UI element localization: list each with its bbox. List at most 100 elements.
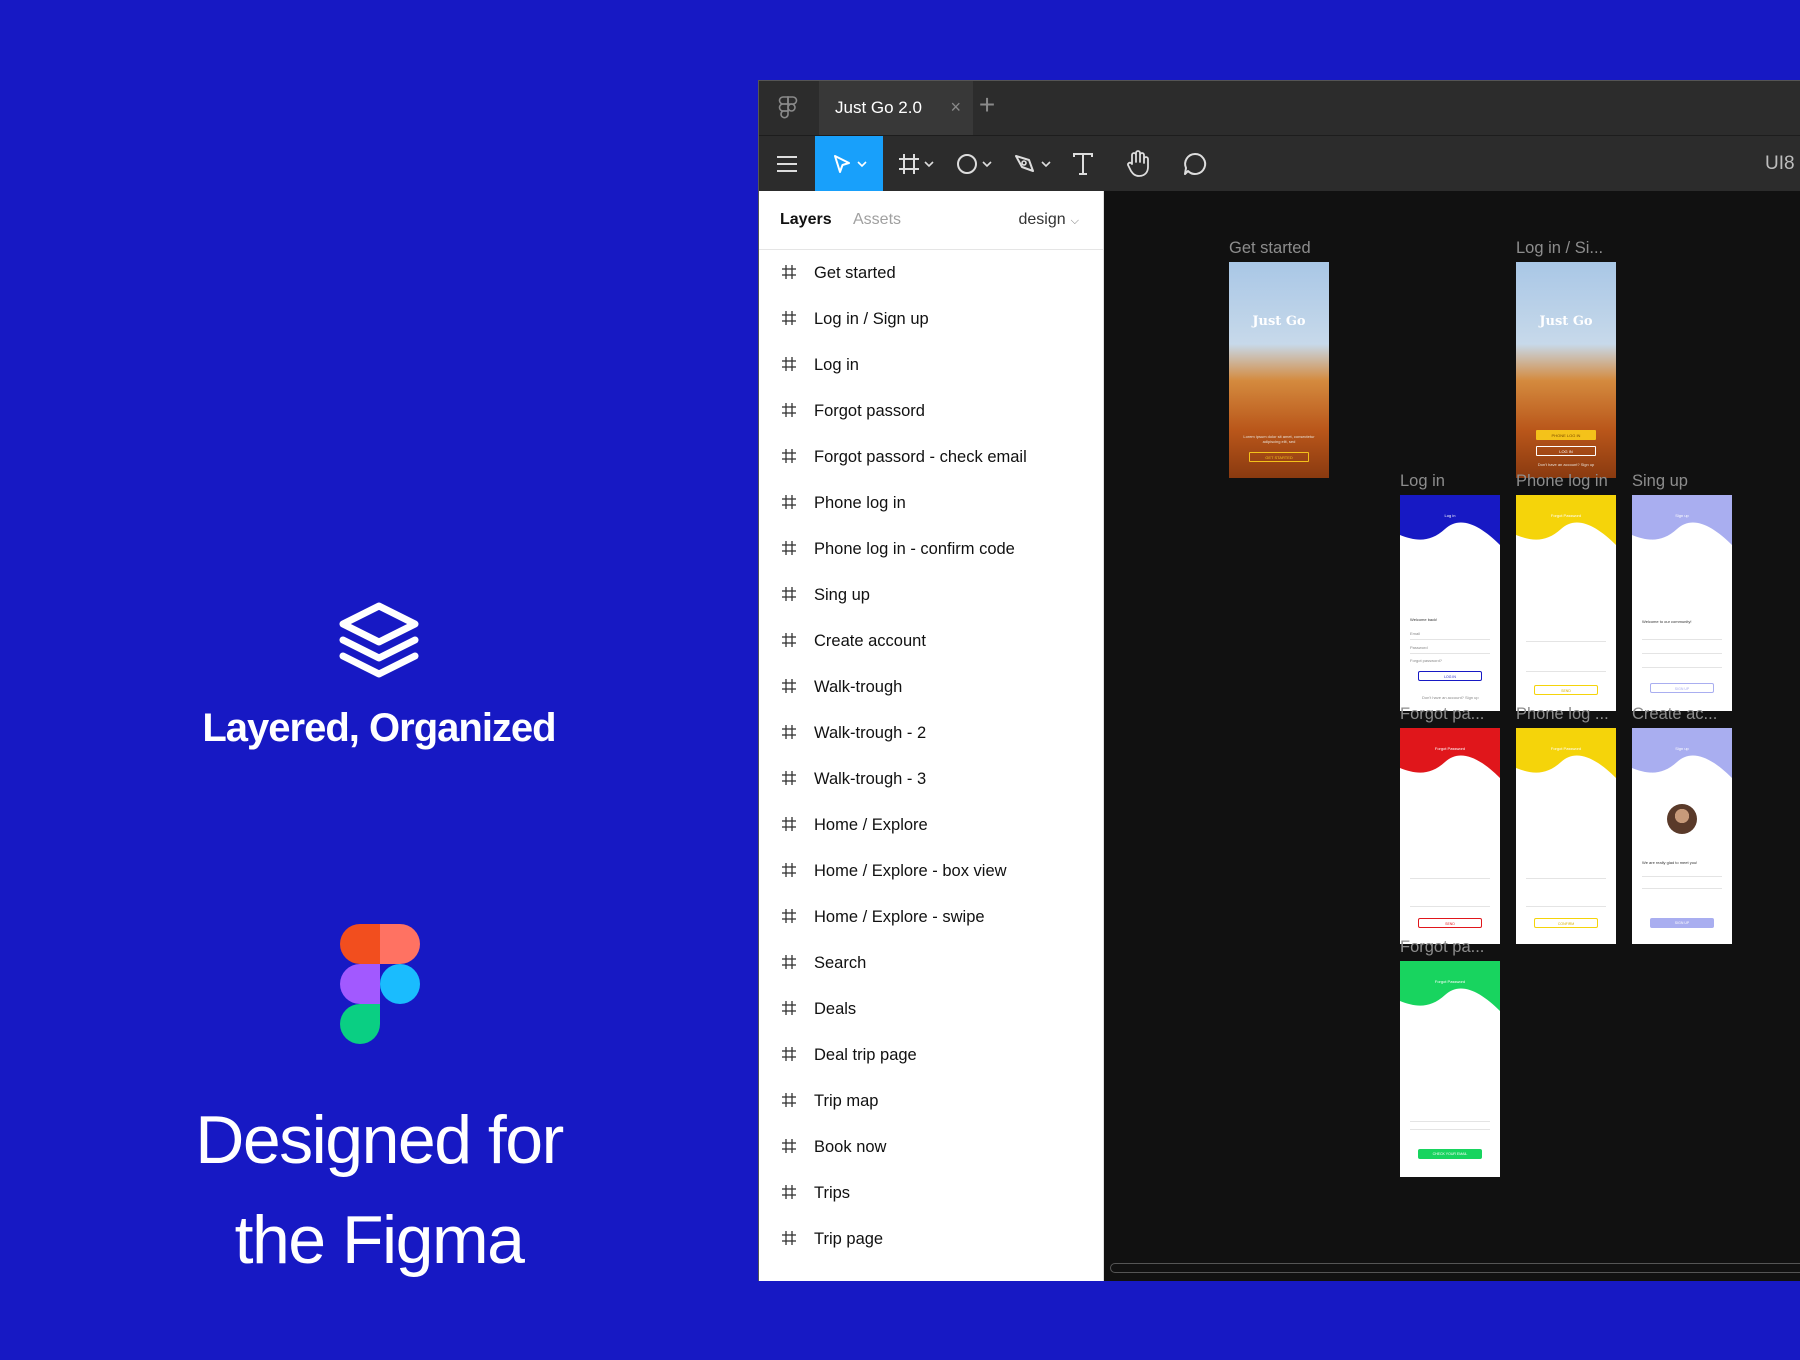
layer-item[interactable]: Book now <box>759 1124 1103 1170</box>
signup-link: Don't have an account? Sign up <box>1422 695 1479 700</box>
check-email-button: CHECK YOUR EMAIL <box>1418 1149 1482 1159</box>
frame-sign-up[interactable]: Sign up Welcome to our community! SIGN U… <box>1632 495 1732 711</box>
hand-tool-button[interactable] <box>1109 136 1167 192</box>
tab-assets[interactable]: Assets <box>853 211 901 229</box>
page-selector[interactable]: design ⌵ <box>1019 211 1080 229</box>
divider <box>1410 653 1490 654</box>
frame-icon <box>782 403 796 417</box>
frame-icon <box>899 154 919 174</box>
comment-tool-button[interactable] <box>1167 136 1223 192</box>
frame-login[interactable]: Log in Welcome back! Email Password Forg… <box>1400 495 1500 711</box>
frame-label-phone-login[interactable]: Phone log in <box>1516 472 1608 491</box>
frame-label-create-account[interactable]: Create ac... <box>1632 705 1732 724</box>
layer-item[interactable]: Trips <box>759 1170 1103 1216</box>
frame-label-phone-confirm[interactable]: Phone log ... <box>1516 705 1616 724</box>
divider <box>1526 671 1606 672</box>
brand-logo: Just Go <box>1252 314 1306 329</box>
layer-item[interactable]: Create account <box>759 618 1103 664</box>
email-field: Email <box>1410 631 1421 636</box>
headline-layered: Layered, Organized <box>202 706 556 750</box>
confirm-button: CONFIRM <box>1534 918 1598 928</box>
move-tool-button[interactable] <box>815 136 883 192</box>
frame-login-signup[interactable]: Just Go PHONE LOG IN LOG IN Don't have a… <box>1516 262 1616 478</box>
frame-label-forgot-password[interactable]: Forgot pa... <box>1400 705 1500 724</box>
chevron-down-icon <box>924 161 934 168</box>
layer-item[interactable]: Walk-trough <box>759 664 1103 710</box>
frame-create-account[interactable]: Sign up We are really glad to meet you! … <box>1632 728 1732 944</box>
file-tab[interactable]: Just Go 2.0 × <box>819 81 973 135</box>
layer-item[interactable]: Walk-trough - 2 <box>759 710 1103 756</box>
layer-item[interactable]: Forgot passord - check email <box>759 434 1103 480</box>
layer-item[interactable]: Phone log in <box>759 480 1103 526</box>
chevron-down-icon <box>1041 161 1051 168</box>
layer-name: Forgot passord - check email <box>814 448 1027 466</box>
frame-get-started[interactable]: Just Go Lorem ipsum dolor sit amet, cons… <box>1229 262 1329 478</box>
new-tab-button[interactable]: + <box>969 89 1005 121</box>
text-tool-button[interactable] <box>1059 136 1107 192</box>
file-tab-title: Just Go 2.0 <box>835 98 922 117</box>
welcome-text: We are really glad to meet you! <box>1642 860 1698 865</box>
layer-item[interactable]: Sing up <box>759 572 1103 618</box>
frame-tool-button[interactable] <box>889 136 943 192</box>
header-wave <box>1516 495 1616 545</box>
headline-figma-line2: the Figma <box>234 1202 525 1278</box>
frame-icon <box>782 633 796 647</box>
screen-title: Forgot Password <box>1434 746 1466 751</box>
frame-label-login[interactable]: Log in <box>1400 472 1445 491</box>
frame-icon <box>782 541 796 555</box>
frame-forgot-check-email[interactable]: Forgot Password CHECK YOUR EMAIL <box>1400 961 1500 1177</box>
frame-icon <box>782 1093 796 1107</box>
frame-forgot-password[interactable]: Forgot Password SEND <box>1400 728 1500 944</box>
layer-name: Sing up <box>814 586 870 604</box>
shape-tool-button[interactable] <box>947 136 1001 192</box>
layer-item[interactable]: Home / Explore <box>759 802 1103 848</box>
layer-item[interactable]: Deal trip page <box>759 1032 1103 1078</box>
layer-item[interactable]: Deals <box>759 986 1103 1032</box>
layer-item[interactable]: Home / Explore - box view <box>759 848 1103 894</box>
frame-icon <box>782 771 796 785</box>
frame-label-get-started[interactable]: Get started <box>1229 239 1311 258</box>
panel-header: Layers Assets design ⌵ <box>759 191 1103 250</box>
divider <box>1410 1129 1490 1130</box>
layer-item[interactable]: Forgot passord <box>759 388 1103 434</box>
pen-tool-button[interactable] <box>1005 136 1059 192</box>
main-menu-button[interactable] <box>759 136 815 192</box>
frame-label-sign-up[interactable]: Sing up <box>1632 472 1688 491</box>
frame-icon <box>782 357 796 371</box>
divider <box>1526 641 1606 642</box>
layer-name: Forgot passord <box>814 402 925 420</box>
signup-button: SIGN UP <box>1650 918 1714 928</box>
figma-logo-icon <box>340 924 420 1044</box>
layer-item[interactable]: Trip page <box>759 1216 1103 1262</box>
layer-name: Deals <box>814 1000 857 1018</box>
layer-item[interactable]: Walk-trough - 3 <box>759 756 1103 802</box>
horizontal-scrollbar[interactable] <box>1110 1263 1800 1273</box>
frame-icon <box>782 863 796 877</box>
frame-phone-confirm[interactable]: Forgot Password CONFIRM <box>1516 728 1616 944</box>
frame-icon <box>782 1047 796 1061</box>
header-wave <box>1516 728 1616 778</box>
send-button: SEND <box>1418 918 1482 928</box>
frame-icon <box>782 1139 796 1153</box>
tab-layers[interactable]: Layers <box>780 211 832 229</box>
layer-item[interactable]: Phone log in - confirm code <box>759 526 1103 572</box>
layer-item[interactable]: Get started <box>759 250 1103 296</box>
figma-menu-icon[interactable] <box>773 93 803 123</box>
canvas[interactable]: Get started Just Go Lorem ipsum dolor si… <box>1104 191 1800 1281</box>
frame-icon <box>782 265 796 279</box>
avatar <box>1667 804 1697 834</box>
layer-item[interactable]: Trip map <box>759 1078 1103 1124</box>
frame-phone-login[interactable]: Forgot Password SEND <box>1516 495 1616 711</box>
close-tab-icon[interactable]: × <box>950 97 961 118</box>
header-wave <box>1400 728 1500 778</box>
layer-item[interactable]: Log in <box>759 342 1103 388</box>
screen-title: Forgot Password <box>1434 979 1466 984</box>
frame-label-login-signup[interactable]: Log in / Si... <box>1516 239 1616 258</box>
layer-item[interactable]: Search <box>759 940 1103 986</box>
screen-title: Forgot Password <box>1550 746 1582 751</box>
layer-item[interactable]: Log in / Sign up <box>759 296 1103 342</box>
layer-name: Home / Explore <box>814 816 928 834</box>
frame-label-forgot-check-email[interactable]: Forgot pa... <box>1400 938 1500 957</box>
frame-icon <box>782 587 796 601</box>
layer-item[interactable]: Home / Explore - swipe <box>759 894 1103 940</box>
